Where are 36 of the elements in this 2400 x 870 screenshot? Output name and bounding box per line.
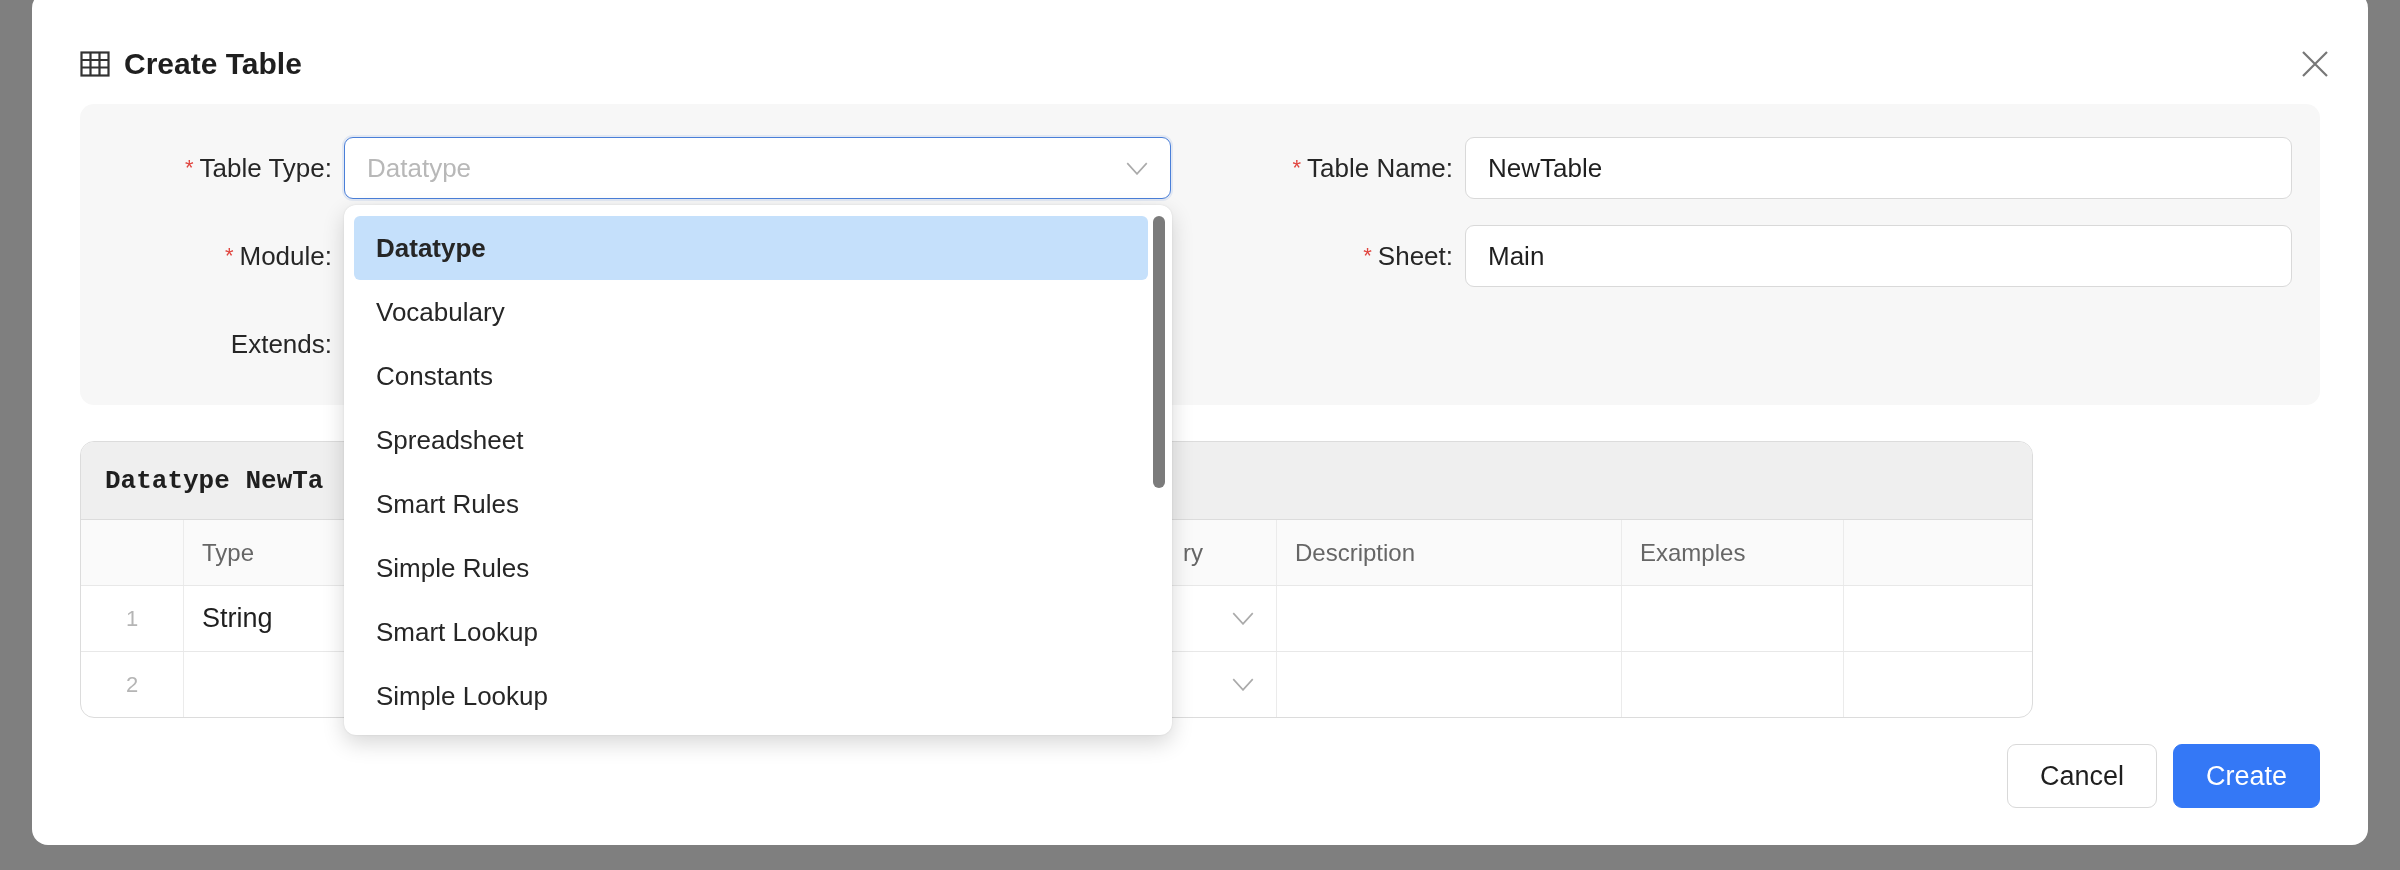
chevron-down-icon (1232, 678, 1254, 691)
dropdown-option[interactable]: Simple Lookup (354, 664, 1148, 728)
dropdown-option[interactable]: Simple Rules (354, 536, 1148, 600)
dropdown-option[interactable]: Vocabulary (354, 280, 1148, 344)
text-field[interactable]: NewTable (1465, 137, 2292, 199)
chevron-down-icon (1232, 612, 1254, 625)
dropdown-option[interactable]: Datatype (354, 216, 1148, 280)
dropdown-option[interactable]: Smart Rules (354, 472, 1148, 536)
dropdown-option[interactable]: Smart Lookup (354, 600, 1148, 664)
field-label: Table Name: (1307, 152, 1453, 184)
row-number: 2 (125, 671, 139, 698)
table-caption: Datatype NewTa (105, 465, 324, 496)
chevron-down-icon (1126, 161, 1148, 175)
field-label: Extends: (230, 328, 332, 360)
create-button[interactable]: Create (2172, 744, 2320, 808)
table-cell: String (202, 603, 273, 634)
required-mark: * (224, 243, 234, 269)
row-number: 1 (125, 605, 139, 632)
column-header: Examples (1640, 538, 1746, 567)
column-header: ry (1183, 538, 1203, 567)
text-field[interactable]: Main (1465, 225, 2292, 287)
field-label: Sheet: (1377, 240, 1453, 272)
column-header: Type (202, 538, 255, 567)
table-icon (80, 51, 110, 77)
field-label: Module: (239, 240, 332, 272)
dialog-title: Create Table (124, 47, 302, 81)
dropdown-option[interactable]: Constants (354, 344, 1148, 408)
required-mark: * (1363, 243, 1372, 269)
scrollbar[interactable] (1153, 216, 1165, 488)
column-header: Description (1295, 538, 1416, 567)
cancel-button[interactable]: Cancel (2006, 744, 2157, 808)
close-icon[interactable] (2300, 49, 2330, 79)
required-mark: * (1292, 155, 1302, 181)
required-mark: * (184, 155, 194, 181)
dropdown-option[interactable]: Spreadsheet (354, 408, 1148, 472)
field-label: Table Type: (199, 152, 332, 184)
